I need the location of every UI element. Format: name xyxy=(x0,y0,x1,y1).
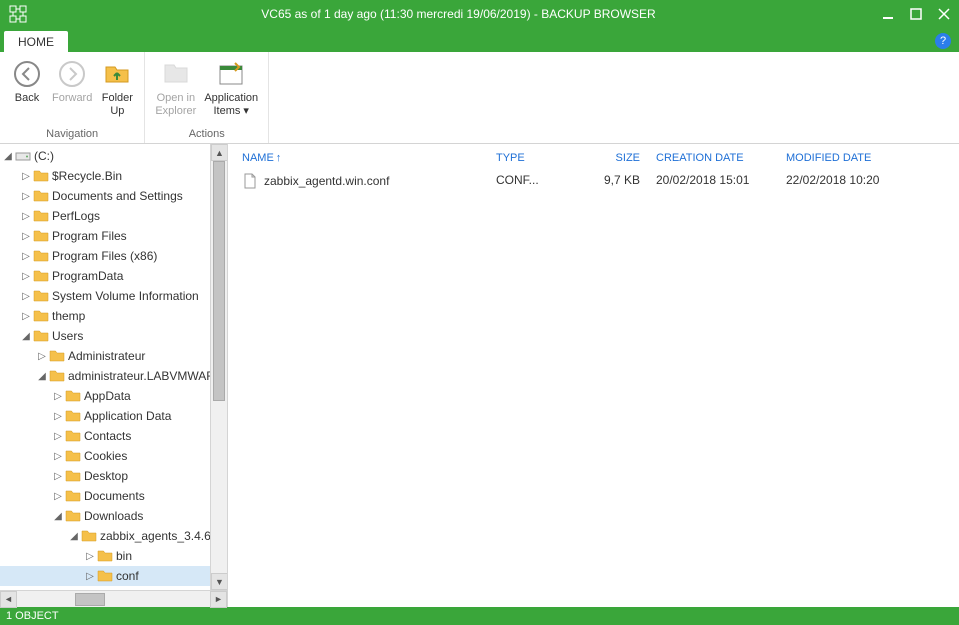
tree-item[interactable]: ▷$Recycle.Bin xyxy=(0,166,227,186)
scroll-up-arrow-icon[interactable]: ▲ xyxy=(211,144,227,161)
scroll-thumb[interactable] xyxy=(75,593,105,606)
folder-up-icon xyxy=(101,58,133,90)
application-items-button[interactable]: Application Items ▾ xyxy=(200,56,262,120)
folder-icon xyxy=(96,549,114,563)
tree-pane: ◢(C:)▷$Recycle.Bin▷Documents and Setting… xyxy=(0,144,228,607)
tree-item[interactable]: ▷Administrateur xyxy=(0,346,227,366)
folder-icon xyxy=(32,189,50,203)
tree-item[interactable]: ▷themp xyxy=(0,306,227,326)
ribbon-group-actions: Open in Explorer Application Items ▾ Act… xyxy=(145,52,269,143)
tree-vertical-scrollbar[interactable]: ▲ ▼ xyxy=(210,144,227,590)
tree-item[interactable]: ▷conf xyxy=(0,566,227,586)
scroll-left-arrow-icon[interactable]: ◄ xyxy=(0,591,17,608)
help-button[interactable]: ? xyxy=(935,33,951,49)
close-button[interactable] xyxy=(937,7,951,21)
tab-home[interactable]: HOME xyxy=(4,31,68,52)
ribbon-group-navigation: Back Forward Folder Up Navigation xyxy=(0,52,145,143)
sort-ascending-icon: ↑ xyxy=(276,152,282,164)
folder-icon xyxy=(64,489,82,503)
forward-button: Forward xyxy=(48,56,96,107)
tree-horizontal-scrollbar[interactable]: ◄ ► xyxy=(0,590,227,607)
back-arrow-icon xyxy=(11,58,43,90)
column-size[interactable]: SIZE xyxy=(568,152,648,164)
tree-item[interactable]: ▷Application Data xyxy=(0,406,227,426)
scroll-thumb[interactable] xyxy=(213,161,225,401)
drive-icon xyxy=(14,149,32,163)
file-row[interactable]: zabbix_agentd.win.confCONF...9,7 KB20/02… xyxy=(228,170,959,192)
column-creation-date[interactable]: CREATION DATE xyxy=(648,152,778,164)
column-name[interactable]: NAME ↑ xyxy=(228,152,488,164)
tree-item[interactable]: ▷ProgramData xyxy=(0,266,227,286)
folder-icon xyxy=(64,469,82,483)
tree-item[interactable]: ▷Documents xyxy=(0,486,227,506)
tree-item[interactable]: ▷AppData xyxy=(0,386,227,406)
ribbon: Back Forward Folder Up Navigation Open i… xyxy=(0,52,959,144)
maximize-button[interactable] xyxy=(909,7,923,21)
scroll-right-arrow-icon[interactable]: ► xyxy=(210,591,227,608)
back-button[interactable]: Back xyxy=(6,56,48,107)
tree-item[interactable]: ▷Contacts xyxy=(0,426,227,446)
window-title: VC65 as of 1 day ago (11:30 mercredi 19/… xyxy=(36,7,881,21)
column-modified-date[interactable]: MODIFIED DATE xyxy=(778,152,908,164)
app-logo-icon xyxy=(8,4,28,24)
folder-icon xyxy=(32,169,50,183)
column-type[interactable]: TYPE xyxy=(488,152,568,164)
folder-icon xyxy=(32,249,50,263)
tree-item[interactable]: ▷Documents and Settings xyxy=(0,186,227,206)
tree-item[interactable]: ▷System Volume Information xyxy=(0,286,227,306)
title-bar: VC65 as of 1 day ago (11:30 mercredi 19/… xyxy=(0,0,959,28)
status-text: 1 OBJECT xyxy=(6,610,59,622)
tree-item[interactable]: ◢zabbix_agents_3.4.6. xyxy=(0,526,227,546)
tree-item[interactable]: ▷Desktop xyxy=(0,466,227,486)
folder-icon xyxy=(64,389,82,403)
open-in-explorer-button: Open in Explorer xyxy=(151,56,200,120)
file-icon xyxy=(242,173,258,189)
folder-icon xyxy=(64,409,82,423)
tree-item-root[interactable]: ◢(C:) xyxy=(0,146,227,166)
scroll-down-arrow-icon[interactable]: ▼ xyxy=(211,573,227,590)
folder-icon xyxy=(48,349,66,363)
tree-item[interactable]: ▷Cookies xyxy=(0,446,227,466)
folder-up-button[interactable]: Folder Up xyxy=(96,56,138,120)
list-header: NAME ↑ TYPE SIZE CREATION DATE MODIFIED … xyxy=(228,144,959,170)
tree-item[interactable]: ◢administrateur.LABVMWAR xyxy=(0,366,227,386)
forward-arrow-icon xyxy=(56,58,88,90)
folder-icon xyxy=(32,229,50,243)
folder-icon xyxy=(32,269,50,283)
explorer-icon xyxy=(160,58,192,90)
tree-item[interactable]: ▷Program Files xyxy=(0,226,227,246)
tree-item[interactable]: ▷bin xyxy=(0,546,227,566)
folder-icon xyxy=(64,449,82,463)
tree-item[interactable]: ◢Downloads xyxy=(0,506,227,526)
folder-icon xyxy=(32,209,50,223)
folder-icon xyxy=(48,369,66,383)
minimize-button[interactable] xyxy=(881,7,895,21)
folder-icon xyxy=(32,309,50,323)
tree-item[interactable]: ▷Program Files (x86) xyxy=(0,246,227,266)
file-list-pane: NAME ↑ TYPE SIZE CREATION DATE MODIFIED … xyxy=(228,144,959,607)
folder-icon xyxy=(64,509,82,523)
tree-item[interactable]: ◢Users xyxy=(0,326,227,346)
status-bar: 1 OBJECT xyxy=(0,607,959,625)
application-items-icon xyxy=(215,58,247,90)
folder-icon xyxy=(64,429,82,443)
folder-icon xyxy=(32,289,50,303)
folder-icon xyxy=(96,569,114,583)
folder-icon xyxy=(80,529,98,543)
folder-icon xyxy=(32,329,50,343)
tree-item[interactable]: ▷PerfLogs xyxy=(0,206,227,226)
ribbon-tab-bar: HOME ? xyxy=(0,28,959,52)
